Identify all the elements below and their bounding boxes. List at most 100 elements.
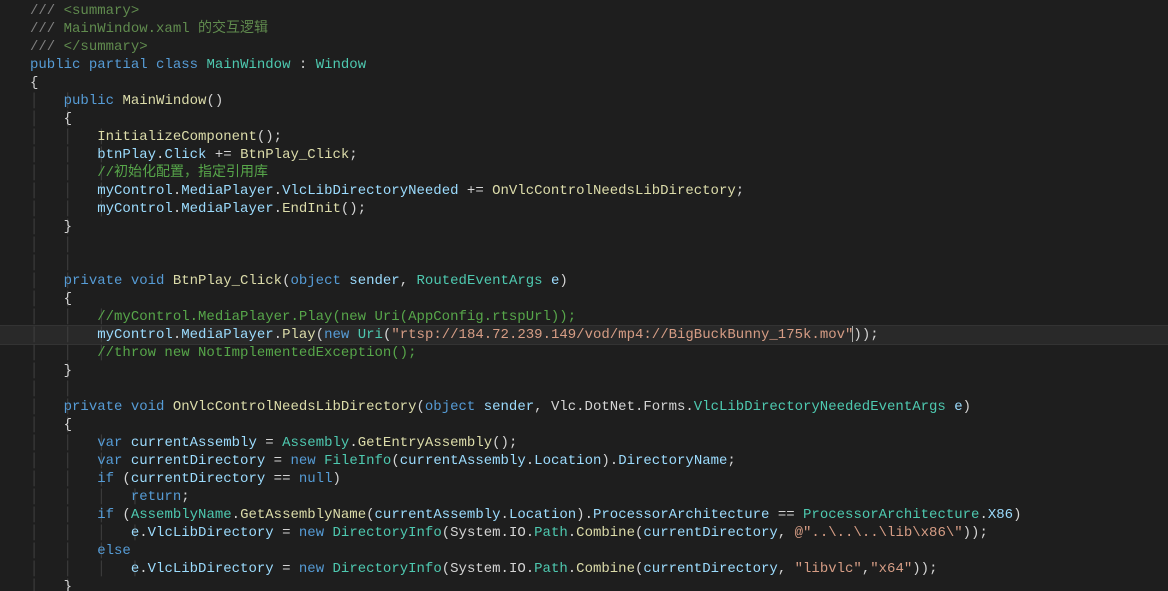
- line-content: public partial class MainWindow : Window: [30, 57, 366, 73]
- token: sender: [349, 273, 399, 289]
- code-line[interactable]: /// MainWindow.xaml 的交互逻辑: [0, 20, 1168, 38]
- token: //初始化配置，指定引用库: [97, 165, 268, 181]
- code-line[interactable]: │ │ │ btnPlay.Click += BtnPlay_Click;: [0, 146, 1168, 164]
- token: .: [979, 507, 987, 523]
- line-content: {: [30, 417, 72, 433]
- code-line[interactable]: │ │ public MainWindow(): [0, 92, 1168, 110]
- code-line[interactable]: │ │ │ myControl.MediaPlayer.Play(new Uri…: [0, 326, 1168, 344]
- token: {: [64, 291, 72, 307]
- token: //throw new NotImplementedException();: [97, 345, 416, 361]
- token: new: [299, 525, 324, 541]
- token: [122, 435, 130, 451]
- line-content: }: [30, 363, 72, 379]
- token: .: [232, 507, 240, 523]
- token: GetAssemblyName: [240, 507, 366, 523]
- code-line[interactable]: │ │ │ │ e.VlcLibDirectory = new Director…: [0, 524, 1168, 542]
- token: </summary>: [55, 39, 147, 55]
- token: .: [173, 183, 181, 199]
- code-line[interactable]: │ │ │ myControl.MediaPlayer.EndInit();: [0, 200, 1168, 218]
- code-line[interactable]: │ │: [0, 236, 1168, 254]
- token: "rtsp://184.72.239.149/vod/mp4://BigBuck…: [391, 327, 853, 343]
- token: AssemblyName: [131, 507, 232, 523]
- code-line[interactable]: │ │ {: [0, 110, 1168, 128]
- token: .: [501, 507, 509, 523]
- code-line[interactable]: │ │ }: [0, 362, 1168, 380]
- code-line[interactable]: │ │ │ if (currentDirectory == null): [0, 470, 1168, 488]
- line-content: e.VlcLibDirectory = new DirectoryInfo(Sy…: [30, 561, 937, 577]
- token: }: [64, 579, 72, 591]
- token: Click: [164, 147, 206, 163]
- code-line[interactable]: │ │ }: [0, 578, 1168, 591]
- token: MainWindow: [122, 93, 206, 109]
- line-content: if (currentDirectory == null): [30, 471, 341, 487]
- code-line[interactable]: │ │ │ //throw new NotImplementedExceptio…: [0, 344, 1168, 362]
- indent-guide: │ │: [30, 254, 72, 272]
- token: btnPlay: [97, 147, 156, 163]
- token: =: [274, 525, 299, 541]
- token: [946, 399, 954, 415]
- code-line[interactable]: public partial class MainWindow : Window: [0, 56, 1168, 74]
- line-content: private void OnVlcControlNeedsLibDirecto…: [30, 399, 971, 415]
- line-content: myControl.MediaPlayer.VlcLibDirectoryNee…: [30, 183, 744, 199]
- code-line[interactable]: │ │ │ var currentAssembly = Assembly.Get…: [0, 434, 1168, 452]
- line-content: {: [30, 291, 72, 307]
- code-line[interactable]: │ │ │ if (AssemblyName.GetAssemblyName(c…: [0, 506, 1168, 524]
- token: sender: [484, 399, 534, 415]
- line-content: //初始化配置，指定引用库: [30, 165, 268, 181]
- line-content: {: [30, 111, 72, 127]
- line-content: InitializeComponent();: [30, 129, 282, 145]
- token: ): [963, 399, 971, 415]
- token: currentDirectory: [643, 561, 777, 577]
- token: Combine: [576, 561, 635, 577]
- code-line[interactable]: │ │ │ │ e.VlcLibDirectory = new Director…: [0, 560, 1168, 578]
- token: .: [568, 525, 576, 541]
- code-line[interactable]: │ │ │ var currentDirectory = new FileInf…: [0, 452, 1168, 470]
- token: ;: [181, 489, 189, 505]
- token: DirectoryName: [618, 453, 727, 469]
- token: ,: [778, 525, 795, 541]
- code-editor[interactable]: /// <summary>/// MainWindow.xaml 的交互逻辑//…: [0, 0, 1168, 591]
- line-content: //throw new NotImplementedException();: [30, 345, 416, 361]
- token: //myControl.MediaPlayer.Play(new Uri(App…: [97, 309, 576, 325]
- code-line[interactable]: │ │ │ else: [0, 542, 1168, 560]
- code-line[interactable]: │ │ │ //myControl.MediaPlayer.Play(new U…: [0, 308, 1168, 326]
- code-line[interactable]: │ │: [0, 380, 1168, 398]
- token: ;: [349, 147, 357, 163]
- token: Uri: [358, 327, 383, 343]
- indent-guide: │ │: [30, 380, 72, 398]
- code-line[interactable]: │ │ private void BtnPlay_Click(object se…: [0, 272, 1168, 290]
- code-line[interactable]: │ │ │ │ return;: [0, 488, 1168, 506]
- token: currentDirectory: [131, 471, 265, 487]
- token: <summary>: [55, 3, 139, 19]
- code-line[interactable]: /// <summary>: [0, 2, 1168, 20]
- token: ,: [778, 561, 795, 577]
- token: OnVlcControlNeedsLibDirectory: [492, 183, 736, 199]
- token: X86: [988, 507, 1013, 523]
- code-line[interactable]: │ │ {: [0, 416, 1168, 434]
- token: ));: [912, 561, 937, 577]
- code-line[interactable]: │ │ {: [0, 290, 1168, 308]
- token: ).: [576, 507, 593, 523]
- token: ,: [400, 273, 417, 289]
- token: ,: [534, 399, 551, 415]
- token: Assembly: [282, 435, 349, 451]
- code-line[interactable]: │ │ │ myControl.MediaPlayer.VlcLibDirect…: [0, 182, 1168, 200]
- token: object: [290, 273, 340, 289]
- code-line[interactable]: │ │ │ InitializeComponent();: [0, 128, 1168, 146]
- token: myControl: [97, 327, 173, 343]
- code-line[interactable]: /// </summary>: [0, 38, 1168, 56]
- code-line[interactable]: │ │ private void OnVlcControlNeedsLibDir…: [0, 398, 1168, 416]
- token: BtnPlay_Click: [173, 273, 282, 289]
- token: Location: [509, 507, 576, 523]
- token: System.IO.: [450, 525, 534, 541]
- code-line[interactable]: │ │ │ //初始化配置，指定引用库: [0, 164, 1168, 182]
- token: VlcLibDirectory: [148, 561, 274, 577]
- token: .: [139, 525, 147, 541]
- code-line[interactable]: │ │: [0, 254, 1168, 272]
- token: {: [30, 75, 38, 91]
- token: [324, 561, 332, 577]
- code-line[interactable]: │ │ }: [0, 218, 1168, 236]
- token: ;: [736, 183, 744, 199]
- code-line[interactable]: {: [0, 74, 1168, 92]
- token: ;: [727, 453, 735, 469]
